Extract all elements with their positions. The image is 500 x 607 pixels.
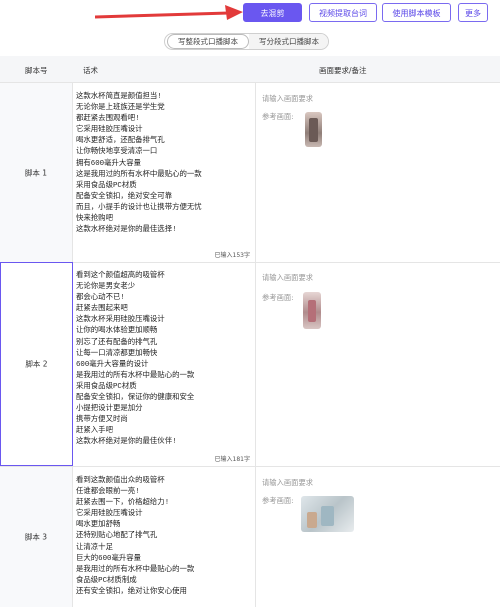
requirements-cell[interactable]: 请输入画面要求 参考画面: — [256, 467, 500, 607]
char-count: 已输入153字 — [214, 252, 250, 259]
table-row: 脚本 3 看到这款颜值出众的吸管杯 任谁都会眼前一亮! 赶紧去围一下，价格超给力… — [0, 467, 500, 607]
requirements-placeholder: 请输入画面要求 — [262, 94, 314, 103]
row-id-cell[interactable]: 脚本 1 — [0, 83, 73, 262]
script-textarea[interactable]: 这款水杯简直是颜值担当! 无论你是上班族还是学生党 都赶紧去围观看吧! 它采用硅… — [73, 83, 256, 262]
script-textarea[interactable]: 看到这个颜值超高的吸管杯 无论你是男女老少 都会心动不已! 赶紧去围起来吧 这款… — [73, 262, 256, 466]
tab-segmented-script[interactable]: 写分段式口播脚本 — [249, 34, 328, 49]
requirements-cell[interactable]: 请输入画面要求 参考画面: — [256, 262, 500, 466]
char-count: 已输入181字 — [214, 456, 250, 463]
requirements-cell[interactable]: 请输入画面要求 参考画面: — [256, 83, 500, 262]
reference-thumbnail[interactable] — [305, 112, 322, 147]
header-script-text: 话术 — [83, 66, 98, 75]
reference-label: 参考画面: — [262, 496, 294, 505]
row-id-cell[interactable]: 脚本 2 — [0, 262, 73, 466]
extract-video-lines-button[interactable]: 视频提取台词 — [309, 3, 377, 22]
mix-edit-button[interactable]: 去混剪 — [243, 3, 302, 22]
reference-thumbnail[interactable] — [303, 292, 321, 329]
script-number: 脚本 2 — [25, 359, 48, 369]
header-requirements: 画面要求/备注 — [319, 66, 367, 75]
red-arrow-icon — [95, 5, 243, 20]
more-button[interactable]: 更多 — [458, 3, 488, 22]
table-header: 脚本号 话术 画面要求/备注 — [0, 56, 500, 83]
use-template-button[interactable]: 使用脚本模板 — [382, 3, 451, 22]
reference-label: 参考画面: — [262, 112, 294, 121]
requirements-placeholder: 请输入画面要求 — [262, 478, 314, 487]
reference-label: 参考画面: — [262, 293, 294, 302]
script-number: 脚本 1 — [24, 168, 48, 177]
script-textarea[interactable]: 看到这款颜值出众的吸管杯 任谁都会眼前一亮! 赶紧去围一下，价格超给力! 它采用… — [73, 467, 256, 607]
script-mode-toggle: 写整段式口播脚本 写分段式口播脚本 — [164, 33, 329, 50]
table-row: 脚本 1 这款水杯简直是颜值担当! 无论你是上班族还是学生党 都赶紧去围观看吧!… — [0, 83, 500, 263]
tab-whole-script[interactable]: 写整段式口播脚本 — [167, 34, 249, 49]
requirements-placeholder: 请输入画面要求 — [262, 273, 314, 282]
script-number: 脚本 3 — [24, 532, 48, 542]
header-script-no: 脚本号 — [25, 66, 48, 75]
table-row: 脚本 2 看到这个颜值超高的吸管杯 无论你是男女老少 都会心动不已! 赶紧去围起… — [0, 262, 500, 467]
toolbar: 去混剪 视频提取台词 使用脚本模板 更多 — [0, 0, 500, 28]
script-text: 看到这款颜值出众的吸管杯 任谁都会眼前一亮! 赶紧去围一下，价格超给力! 它采用… — [76, 477, 195, 596]
script-text: 这款水杯简直是颜值担当! 无论你是上班族还是学生党 都赶紧去围观看吧! 它采用硅… — [76, 93, 202, 235]
script-text: 看到这个颜值超高的吸管杯 无论你是男女老少 都会心动不已! 赶紧去围起来吧 这款… — [76, 272, 195, 447]
reference-thumbnail[interactable] — [301, 496, 354, 532]
row-id-cell[interactable]: 脚本 3 — [0, 467, 73, 607]
